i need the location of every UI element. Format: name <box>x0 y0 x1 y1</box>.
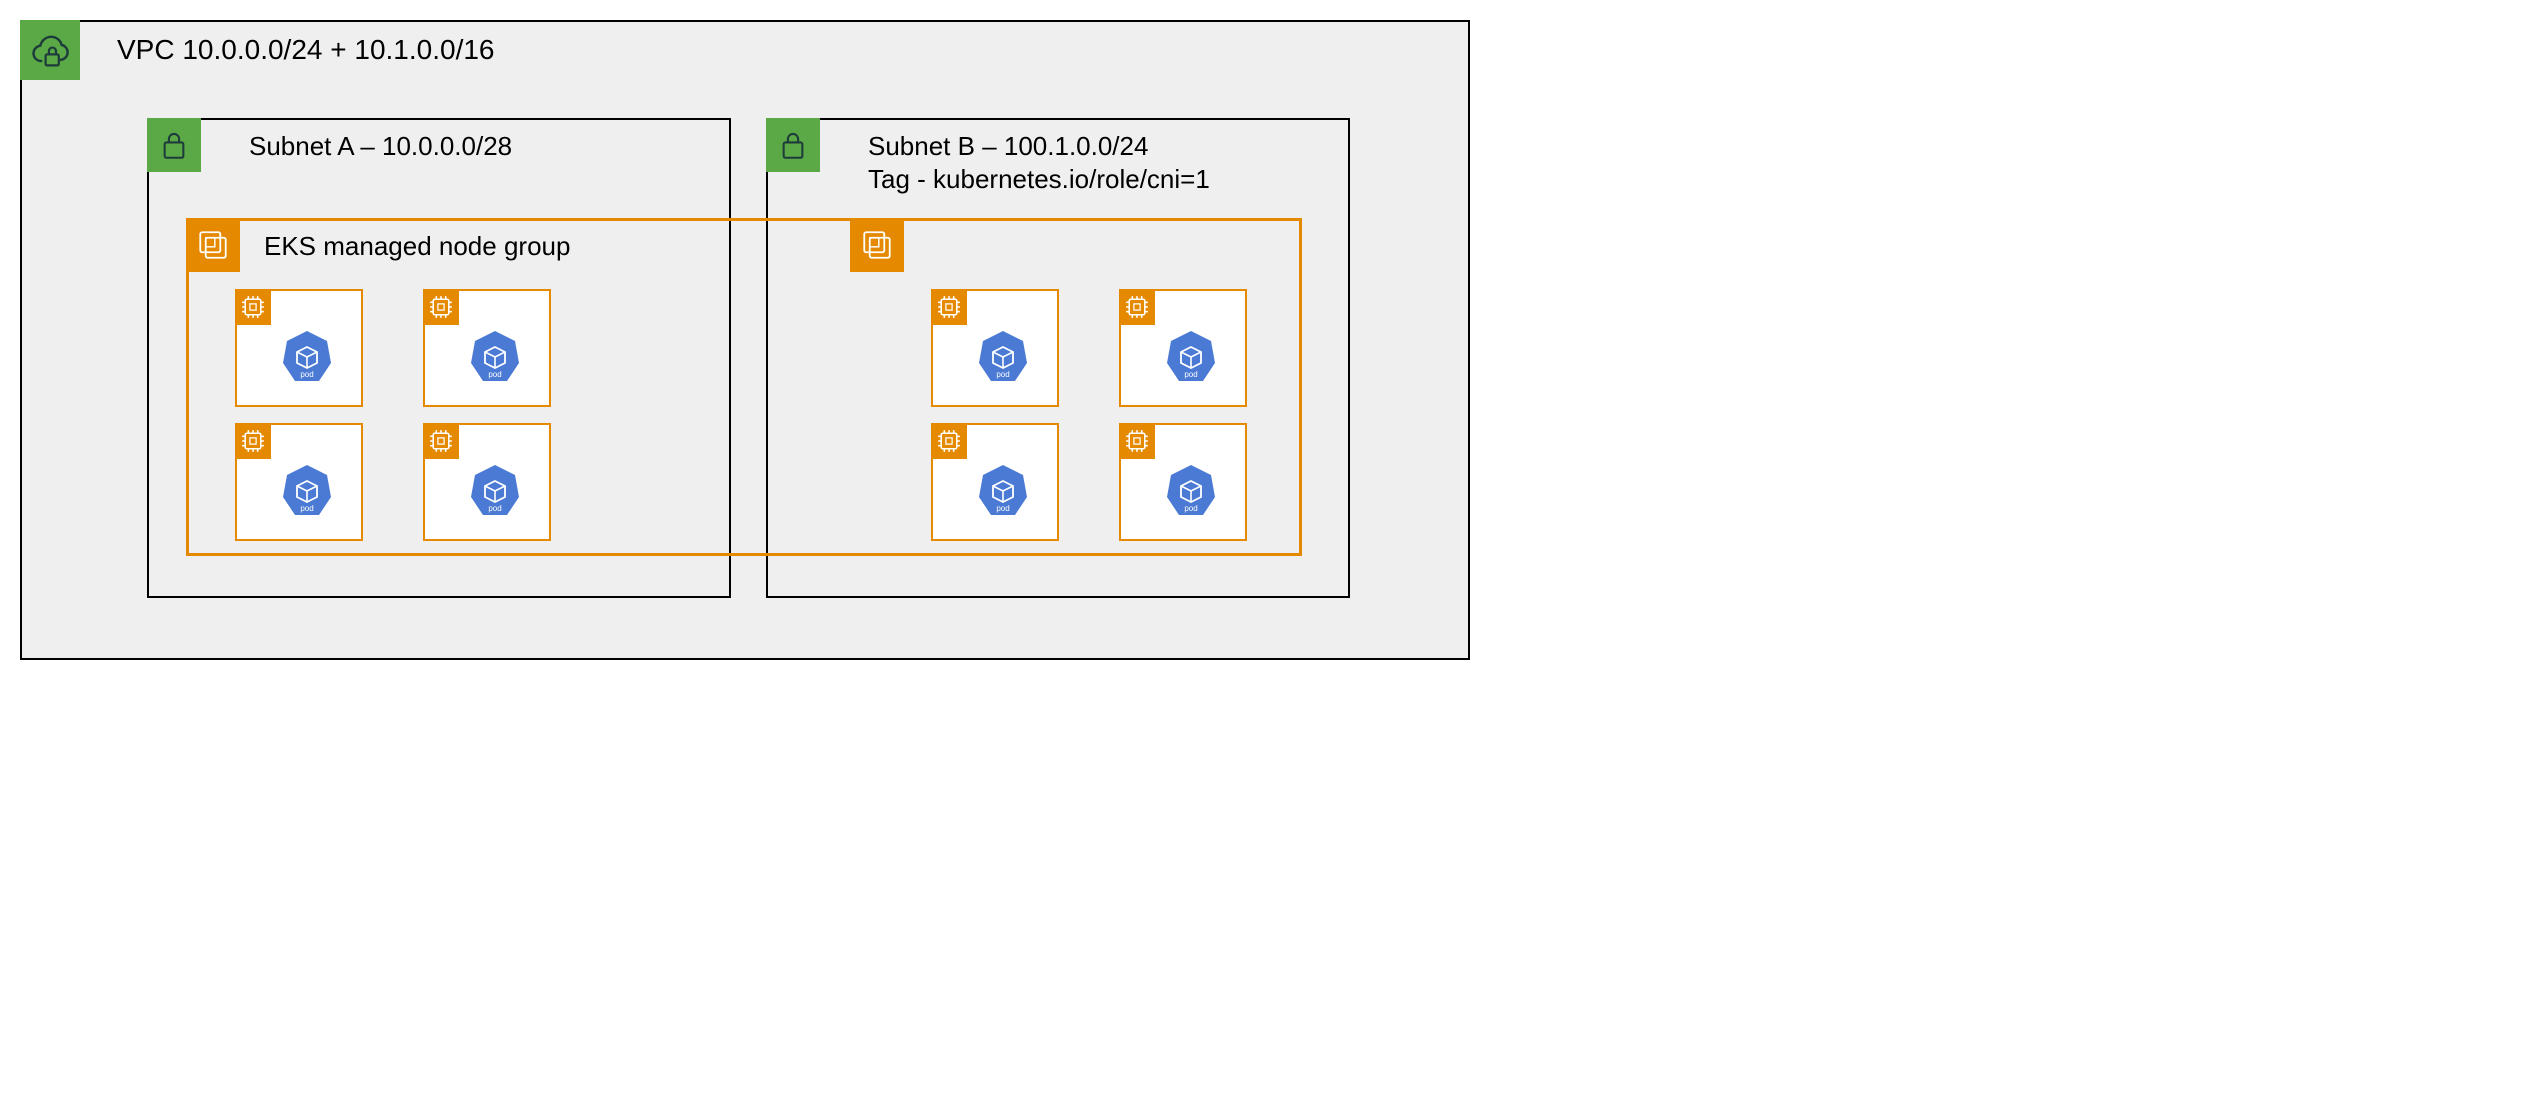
pod-icon <box>281 463 333 518</box>
pod-icon <box>1165 463 1217 518</box>
nodes-grid-subnet-b <box>931 289 1247 541</box>
node-box <box>423 423 551 541</box>
lock-icon <box>157 128 191 162</box>
node-box <box>1119 423 1247 541</box>
pod-icon <box>977 463 1029 518</box>
chip-icon <box>935 427 963 455</box>
nodegroup-badge-a <box>186 218 240 272</box>
lock-icon <box>776 128 810 162</box>
pod-icon <box>977 329 1029 384</box>
node-badge <box>423 423 459 459</box>
chip-icon <box>239 427 267 455</box>
vpc-badge <box>20 20 80 80</box>
node-box <box>423 289 551 407</box>
chip-icon <box>427 293 455 321</box>
subnet-b-tag: Tag - kubernetes.io/role/cni=1 <box>868 164 1210 194</box>
chip-icon <box>427 427 455 455</box>
node-badge <box>931 289 967 325</box>
subnet-b-title: Subnet B – 100.1.0.0/24 Tag - kubernetes… <box>868 130 1210 195</box>
subnet-b-badge <box>766 118 820 172</box>
nodegroup-badge-b <box>850 218 904 272</box>
chip-icon <box>239 293 267 321</box>
node-badge <box>1119 423 1155 459</box>
subnet-a-name: Subnet A – 10.0.0.0/28 <box>249 131 512 161</box>
node-badge <box>931 423 967 459</box>
nodes-grid-subnet-a <box>235 289 551 541</box>
vpc-container: VPC 10.0.0.0/24 + 10.1.0.0/16 Subnet A –… <box>20 20 1470 660</box>
subnet-a-title: Subnet A – 10.0.0.0/28 <box>249 130 512 163</box>
pod-icon <box>281 329 333 384</box>
node-box <box>931 423 1059 541</box>
chip-stack-icon <box>857 225 897 265</box>
pod-icon <box>1165 329 1217 384</box>
node-badge <box>235 423 271 459</box>
pod-icon <box>469 463 521 518</box>
pod-icon <box>469 329 521 384</box>
node-box <box>235 289 363 407</box>
chip-icon <box>1123 293 1151 321</box>
node-box <box>235 423 363 541</box>
nodegroup-title: EKS managed node group <box>264 231 570 262</box>
subnet-b-name: Subnet B – 100.1.0.0/24 <box>868 131 1148 161</box>
nodegroup-box: EKS managed node group <box>186 218 1302 556</box>
chip-stack-icon <box>193 225 233 265</box>
node-box <box>931 289 1059 407</box>
vpc-title: VPC 10.0.0.0/24 + 10.1.0.0/16 <box>117 34 495 66</box>
subnet-a-badge <box>147 118 201 172</box>
cloud-lock-icon <box>28 30 72 70</box>
node-badge <box>1119 289 1155 325</box>
node-badge <box>235 289 271 325</box>
node-badge <box>423 289 459 325</box>
node-box <box>1119 289 1247 407</box>
chip-icon <box>935 293 963 321</box>
chip-icon <box>1123 427 1151 455</box>
